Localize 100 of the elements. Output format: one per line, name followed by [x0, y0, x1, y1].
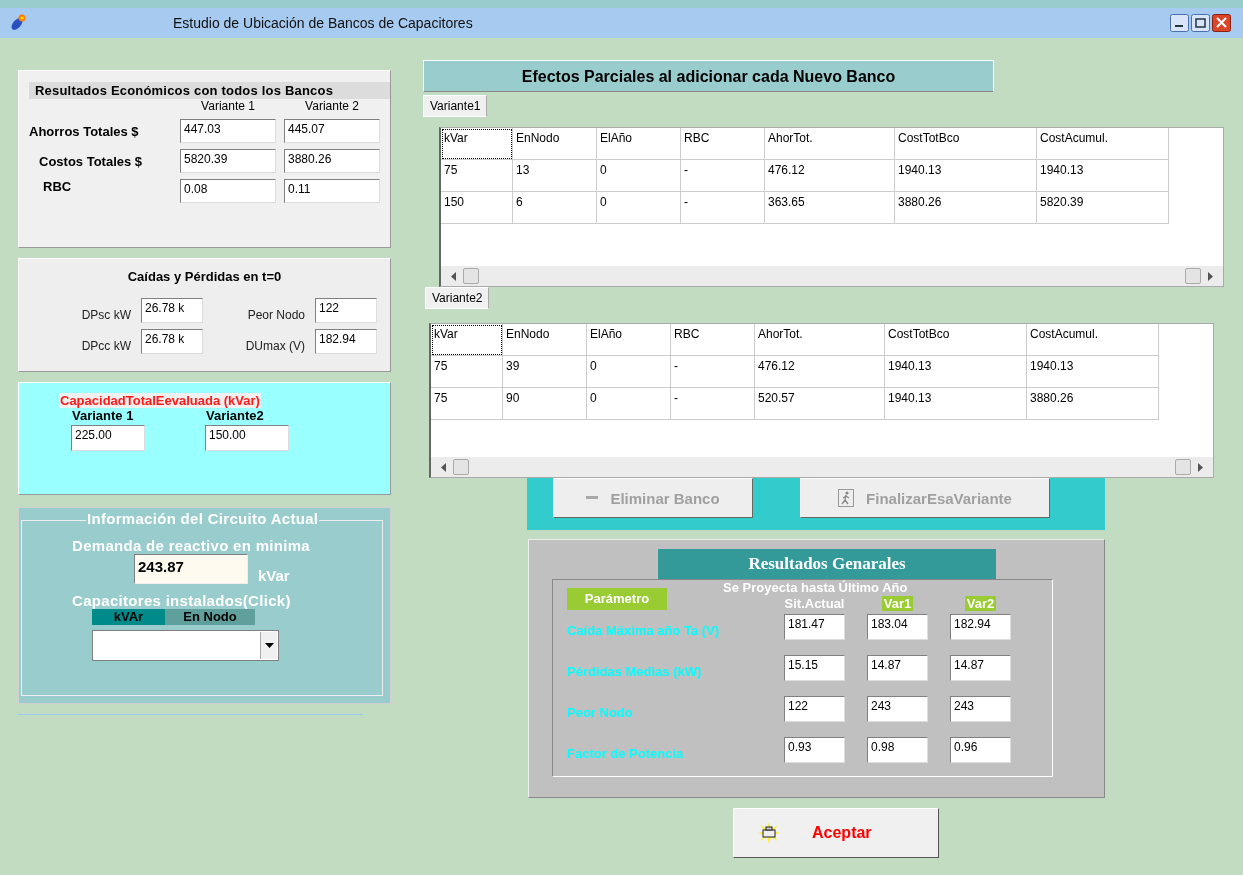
- panel-title: Caídas y Pérdidas en t=0: [126, 269, 283, 284]
- field-label: Demanda de reactivo en minima: [72, 537, 310, 554]
- demand-field[interactable]: 243.87: [134, 554, 248, 584]
- value-field[interactable]: 182.94: [950, 614, 1011, 640]
- table-cell: -: [671, 388, 755, 420]
- column-header: Parámetro: [567, 588, 667, 610]
- table-cell: 0: [597, 160, 681, 192]
- column-header[interactable]: CostAcumul.: [1027, 324, 1159, 356]
- value-field[interactable]: 122: [315, 298, 377, 323]
- table-cell: -: [671, 356, 755, 388]
- value-field[interactable]: 225.00: [71, 425, 145, 451]
- column-label: Variante 1: [200, 99, 256, 113]
- table-cell: 75: [431, 356, 503, 388]
- column-header[interactable]: EnNodo: [503, 324, 587, 356]
- column-header: En Nodo: [165, 609, 255, 625]
- table-cell: -: [681, 160, 765, 192]
- table-cell: 6: [513, 192, 597, 224]
- value-field[interactable]: 122: [784, 696, 845, 722]
- close-icon[interactable]: [1212, 14, 1231, 32]
- table-cell: 0: [587, 388, 671, 420]
- field-label: Costos Totales $: [38, 153, 144, 169]
- column-header[interactable]: EnNodo: [513, 128, 597, 160]
- column-header: Sit.Actual: [783, 596, 846, 611]
- value-field[interactable]: 0.93: [784, 737, 845, 763]
- column-header: kVAr: [92, 609, 165, 625]
- column-header[interactable]: CostTotBco: [885, 324, 1027, 356]
- table-cell: 363.65: [765, 192, 895, 224]
- value-field[interactable]: 183.04: [867, 614, 928, 640]
- column-header: Var1: [881, 596, 914, 611]
- minus-icon: [586, 496, 599, 500]
- parameter-label: Caída Máxima año Ta (V): [567, 623, 721, 640]
- column-header[interactable]: ElAño: [587, 324, 671, 356]
- value-field[interactable]: 182.94: [315, 329, 377, 354]
- scroll-thumb[interactable]: [463, 268, 479, 284]
- value-field[interactable]: 445.07: [284, 119, 380, 143]
- minimize-icon[interactable]: [1170, 14, 1189, 32]
- column-header[interactable]: kVar: [441, 128, 513, 160]
- table-cell: 1940.13: [895, 160, 1037, 192]
- variant-tab[interactable]: Variante1: [423, 95, 488, 117]
- value-field[interactable]: 243: [950, 696, 1011, 722]
- value-field[interactable]: 0.08: [180, 179, 276, 203]
- column-header[interactable]: CostAcumul.: [1037, 128, 1169, 160]
- capacitor-dropdown[interactable]: [92, 630, 279, 661]
- table-cell: 1940.13: [885, 356, 1027, 388]
- column-header[interactable]: kVar: [431, 324, 503, 356]
- value-field[interactable]: 26.78 k: [141, 298, 203, 323]
- value-field[interactable]: 3880.26: [284, 149, 380, 173]
- field-label: Ahorros Totales $: [29, 123, 140, 139]
- value-field[interactable]: 26.78 k: [141, 329, 203, 354]
- horizontal-scrollbar[interactable]: [431, 457, 1213, 477]
- table-cell: 5820.39: [1037, 192, 1169, 224]
- column-header[interactable]: ElAño: [597, 128, 681, 160]
- parameter-label: Peor Nodo: [567, 705, 634, 722]
- table-cell: 476.12: [755, 356, 885, 388]
- value-field[interactable]: 14.87: [950, 655, 1011, 681]
- field-label: DPcc kW: [80, 338, 131, 353]
- scroll-thumb[interactable]: [1185, 268, 1201, 284]
- column-header[interactable]: CostTotBco: [895, 128, 1037, 160]
- parameter-label: Pérdidas Medias (kW): [567, 664, 703, 681]
- scroll-left-icon[interactable]: [451, 271, 457, 281]
- horizontal-scrollbar[interactable]: [441, 266, 1223, 286]
- accept-button[interactable]: Aceptar: [733, 808, 939, 858]
- section-header: Efectos Parciales al adicionar cada Nuevo Banco: [423, 60, 994, 92]
- field-label: Capacitores instalados(Click): [72, 592, 291, 609]
- dropdown-arrow-icon: [264, 643, 274, 648]
- value-field[interactable]: 5820.39: [180, 149, 276, 173]
- scroll-thumb[interactable]: [1175, 459, 1191, 475]
- value-field[interactable]: 243: [867, 696, 928, 722]
- column-header[interactable]: RBC: [681, 128, 765, 160]
- variant-tab[interactable]: Variante2: [425, 287, 490, 309]
- value-field[interactable]: 0.11: [284, 179, 380, 203]
- table-cell: 520.57: [755, 388, 885, 420]
- table-cell: 90: [503, 388, 587, 420]
- group-title: Información del Circuito Actual: [86, 510, 320, 527]
- table-cell: -: [681, 192, 765, 224]
- panel-title: CapacidadTotalEevaluada (kVar): [59, 393, 261, 408]
- column-label: Variante 2: [304, 99, 360, 113]
- maximize-icon[interactable]: [1191, 14, 1210, 32]
- table-cell: 1940.13: [1037, 160, 1169, 192]
- value-field[interactable]: 0.96: [950, 737, 1011, 763]
- table-cell: 13: [513, 160, 597, 192]
- scroll-thumb[interactable]: [453, 459, 469, 475]
- column-header[interactable]: AhorTot.: [755, 324, 885, 356]
- column-header[interactable]: RBC: [671, 324, 755, 356]
- scroll-left-icon[interactable]: [441, 462, 447, 472]
- section-label: Se Proyecta hasta Último Año: [723, 580, 908, 595]
- scroll-right-icon[interactable]: [1207, 271, 1213, 281]
- column-header[interactable]: AhorTot.: [765, 128, 895, 160]
- value-field[interactable]: 14.87: [867, 655, 928, 681]
- table-cell: 0: [597, 192, 681, 224]
- parameter-label: Factor de Potencia: [567, 746, 685, 763]
- scroll-right-icon[interactable]: [1197, 462, 1203, 472]
- field-label: DUmax (V): [244, 338, 305, 353]
- value-field[interactable]: 181.47: [784, 614, 845, 640]
- value-field[interactable]: 15.15: [784, 655, 845, 681]
- table-cell: 1940.13: [885, 388, 1027, 420]
- value-field[interactable]: 0.98: [867, 737, 928, 763]
- value-field[interactable]: 447.03: [180, 119, 276, 143]
- value-field[interactable]: 150.00: [205, 425, 289, 451]
- table-cell: 3880.26: [1027, 388, 1159, 420]
